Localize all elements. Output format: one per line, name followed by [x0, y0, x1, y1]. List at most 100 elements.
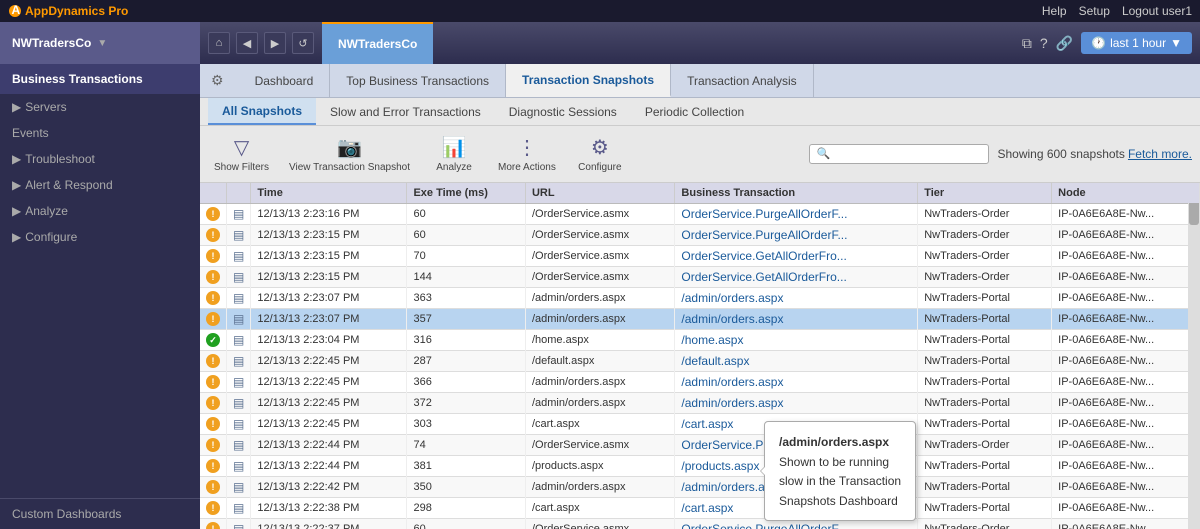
- doc-icon: ▤: [233, 291, 244, 305]
- tab-transaction-snapshots[interactable]: Transaction Snapshots: [506, 64, 671, 97]
- snapshot-icon[interactable]: ⧉: [1022, 35, 1032, 52]
- cell-doc: ▤: [227, 372, 251, 393]
- more-actions-button[interactable]: ⋮ More Actions: [492, 132, 562, 176]
- cell-exe-time: 350: [407, 477, 526, 498]
- tab-transaction-analysis[interactable]: Transaction Analysis: [671, 64, 814, 97]
- main-tab[interactable]: NWTradersCo: [322, 22, 433, 64]
- chevron-right-icon: ▶: [12, 100, 21, 114]
- doc-icon: ▤: [233, 396, 244, 410]
- fetch-more-link[interactable]: Fetch more.: [1128, 147, 1192, 161]
- table-row[interactable]: ! ▤ 12/13/13 2:23:07 PM 363 /admin/order…: [200, 288, 1200, 309]
- sub-tab-diagnostic-sessions[interactable]: Diagnostic Sessions: [495, 98, 631, 125]
- sub-tab-all-snapshots[interactable]: All Snapshots: [208, 98, 316, 125]
- configure-button[interactable]: ⚙ Configure: [570, 132, 630, 176]
- sub-tab-slow-error[interactable]: Slow and Error Transactions: [316, 98, 495, 125]
- sub-tab-periodic-collection[interactable]: Periodic Collection: [631, 98, 758, 125]
- table-row[interactable]: ! ▤ 12/13/13 2:23:15 PM 144 /OrderServic…: [200, 267, 1200, 288]
- more-icon: ⋮: [517, 135, 537, 160]
- table-row[interactable]: ! ▤ 12/13/13 2:22:45 PM 287 /default.asp…: [200, 351, 1200, 372]
- snapshots-table: Time Exe Time (ms) URL Business Transact…: [200, 183, 1200, 529]
- app-title[interactable]: NWTradersCo ▼: [0, 22, 200, 64]
- cell-exe-time: 316: [407, 330, 526, 351]
- cell-time: 12/13/13 2:22:45 PM: [251, 393, 407, 414]
- cell-time: 12/13/13 2:22:45 PM: [251, 351, 407, 372]
- doc-icon: ▤: [233, 417, 244, 431]
- table-row[interactable]: ! ▤ 12/13/13 2:23:07 PM 357 /admin/order…: [200, 309, 1200, 330]
- cell-node: IP-0A6E6A8E-Nw...: [1052, 498, 1200, 519]
- doc-icon: ▤: [233, 480, 244, 494]
- cell-node: IP-0A6E6A8E-Nw...: [1052, 414, 1200, 435]
- question-icon[interactable]: ?: [1040, 35, 1048, 51]
- top-bar-right: Help Setup Logout user1: [1042, 4, 1192, 18]
- cell-time: 12/13/13 2:23:15 PM: [251, 246, 407, 267]
- table-row[interactable]: ! ▤ 12/13/13 2:22:44 PM 74 /OrderService…: [200, 435, 1200, 456]
- cell-exe-time: 70: [407, 246, 526, 267]
- sidebar-custom-dashboards[interactable]: Custom Dashboards: [0, 498, 200, 529]
- sidebar-item-analyze[interactable]: ▶ Analyze: [0, 198, 200, 224]
- cell-tier: NwTraders-Portal: [918, 309, 1052, 330]
- search-input[interactable]: [809, 144, 989, 164]
- time-selector[interactable]: 🕐 last 1 hour ▼: [1081, 32, 1192, 54]
- sidebar-item-alert-respond[interactable]: ▶ Alert & Respond: [0, 172, 200, 198]
- cell-exe-time: 144: [407, 267, 526, 288]
- show-filters-button[interactable]: ▽ Show Filters: [208, 132, 275, 176]
- help-link[interactable]: Help: [1042, 4, 1067, 18]
- cell-doc: ▤: [227, 309, 251, 330]
- forward-button[interactable]: ▶: [264, 32, 286, 54]
- tab-dashboard[interactable]: Dashboard: [239, 64, 331, 97]
- scrollbar[interactable]: [1188, 183, 1200, 529]
- table-row[interactable]: ! ▤ 12/13/13 2:22:44 PM 381 /products.as…: [200, 456, 1200, 477]
- table-row[interactable]: ! ▤ 12/13/13 2:22:38 PM 298 /cart.aspx /…: [200, 498, 1200, 519]
- back-button[interactable]: ◀: [236, 32, 258, 54]
- cell-node: IP-0A6E6A8E-Nw...: [1052, 435, 1200, 456]
- sidebar-item-business-transactions[interactable]: Business Transactions: [0, 64, 200, 94]
- sidebar-item-configure[interactable]: ▶ Configure: [0, 224, 200, 250]
- table-row[interactable]: ✓ ▤ 12/13/13 2:23:04 PM 316 /home.aspx /…: [200, 330, 1200, 351]
- table-row[interactable]: ! ▤ 12/13/13 2:22:45 PM 372 /admin/order…: [200, 393, 1200, 414]
- chevron-right-icon-3: ▶: [12, 178, 21, 192]
- cell-url: /admin/orders.aspx: [525, 288, 674, 309]
- status-warning-icon: !: [206, 207, 220, 221]
- cell-tier: NwTraders-Portal: [918, 477, 1052, 498]
- cell-status: !: [200, 477, 227, 498]
- link-icon[interactable]: 🔗: [1056, 35, 1073, 52]
- toolbar: ▽ Show Filters 📷 View Transaction Snapsh…: [200, 126, 1200, 183]
- cell-time: 12/13/13 2:23:04 PM: [251, 330, 407, 351]
- table-row[interactable]: ! ▤ 12/13/13 2:22:45 PM 366 /admin/order…: [200, 372, 1200, 393]
- cell-node: IP-0A6E6A8E-Nw...: [1052, 225, 1200, 246]
- cell-time: 12/13/13 2:23:15 PM: [251, 267, 407, 288]
- cell-node: IP-0A6E6A8E-Nw...: [1052, 351, 1200, 372]
- cell-exe-time: 357: [407, 309, 526, 330]
- table-row[interactable]: ! ▤ 12/13/13 2:23:15 PM 70 /OrderService…: [200, 246, 1200, 267]
- table-row[interactable]: ! ▤ 12/13/13 2:22:45 PM 303 /cart.aspx /…: [200, 414, 1200, 435]
- chevron-right-icon-2: ▶: [12, 152, 21, 166]
- table-row[interactable]: ! ▤ 12/13/13 2:22:37 PM 60 /OrderService…: [200, 519, 1200, 529]
- cell-tier: NwTraders-Portal: [918, 393, 1052, 414]
- cell-url: /OrderService.asmx: [525, 519, 674, 529]
- table-row[interactable]: ! ▤ 12/13/13 2:23:15 PM 60 /OrderService…: [200, 225, 1200, 246]
- view-transaction-snapshot-button[interactable]: 📷 View Transaction Snapshot: [283, 132, 416, 176]
- cell-status: !: [200, 498, 227, 519]
- cell-doc: ▤: [227, 456, 251, 477]
- tab-top-business-transactions[interactable]: Top Business Transactions: [330, 64, 506, 97]
- home-button[interactable]: ⌂: [208, 32, 230, 54]
- cell-url: /products.aspx: [525, 456, 674, 477]
- col-status: [200, 183, 227, 204]
- cell-doc: ▤: [227, 414, 251, 435]
- table-row[interactable]: ! ▤ 12/13/13 2:23:16 PM 60 /OrderService…: [200, 204, 1200, 225]
- content-area: ⚙ Dashboard Top Business Transactions Tr…: [200, 64, 1200, 529]
- cell-bt: /admin/orders.aspx: [675, 309, 918, 330]
- filter-icon[interactable]: ⚙: [211, 72, 224, 89]
- logout-link[interactable]: Logout user1: [1122, 4, 1192, 18]
- cell-status: ✓: [200, 330, 227, 351]
- sidebar-item-servers[interactable]: ▶ Servers: [0, 94, 200, 120]
- sidebar-item-troubleshoot[interactable]: ▶ Troubleshoot: [0, 146, 200, 172]
- analyze-button[interactable]: 📊 Analyze: [424, 132, 484, 176]
- setup-link[interactable]: Setup: [1079, 4, 1110, 18]
- refresh-button[interactable]: ↺: [292, 32, 314, 54]
- table-row[interactable]: ! ▤ 12/13/13 2:22:42 PM 350 /admin/order…: [200, 477, 1200, 498]
- cell-bt: /home.aspx: [675, 330, 918, 351]
- gear-icon: ⚙: [591, 135, 609, 160]
- doc-icon: ▤: [233, 375, 244, 389]
- sidebar-item-events[interactable]: Events: [0, 120, 200, 146]
